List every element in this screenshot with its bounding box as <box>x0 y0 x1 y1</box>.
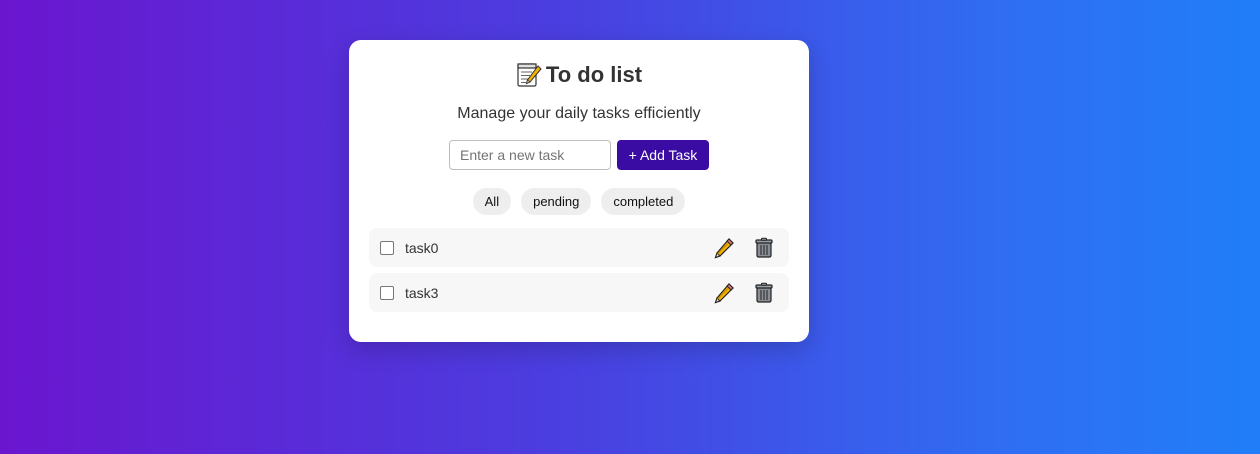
page-subtitle: Manage your daily tasks efficiently <box>457 105 701 122</box>
filter-bar: All pending completed <box>349 188 809 215</box>
task-list: task0 task3 <box>369 228 789 318</box>
task-label: task3 <box>405 284 439 301</box>
task-item: task0 <box>369 228 789 267</box>
filter-pending-button[interactable]: pending <box>521 188 592 215</box>
trash-icon[interactable] <box>753 237 775 259</box>
add-task-row: + Add Task <box>449 140 709 170</box>
filter-all-button[interactable]: All <box>472 188 512 215</box>
add-task-button[interactable]: + Add Task <box>617 140 709 170</box>
filter-completed-button[interactable]: completed <box>601 188 686 215</box>
task-checkbox[interactable] <box>380 240 394 255</box>
memo-icon <box>517 63 542 87</box>
pencil-icon[interactable] <box>713 237 735 259</box>
pencil-icon[interactable] <box>713 282 735 304</box>
todo-card: To do list Manage your daily tasks effic… <box>349 40 809 342</box>
task-item: task3 <box>369 273 789 312</box>
trash-icon[interactable] <box>753 282 775 304</box>
new-task-input[interactable] <box>449 140 611 170</box>
title-row: To do list <box>349 62 809 88</box>
task-label: task0 <box>405 239 439 256</box>
task-checkbox[interactable] <box>380 285 394 300</box>
page-title: To do list <box>545 62 643 87</box>
